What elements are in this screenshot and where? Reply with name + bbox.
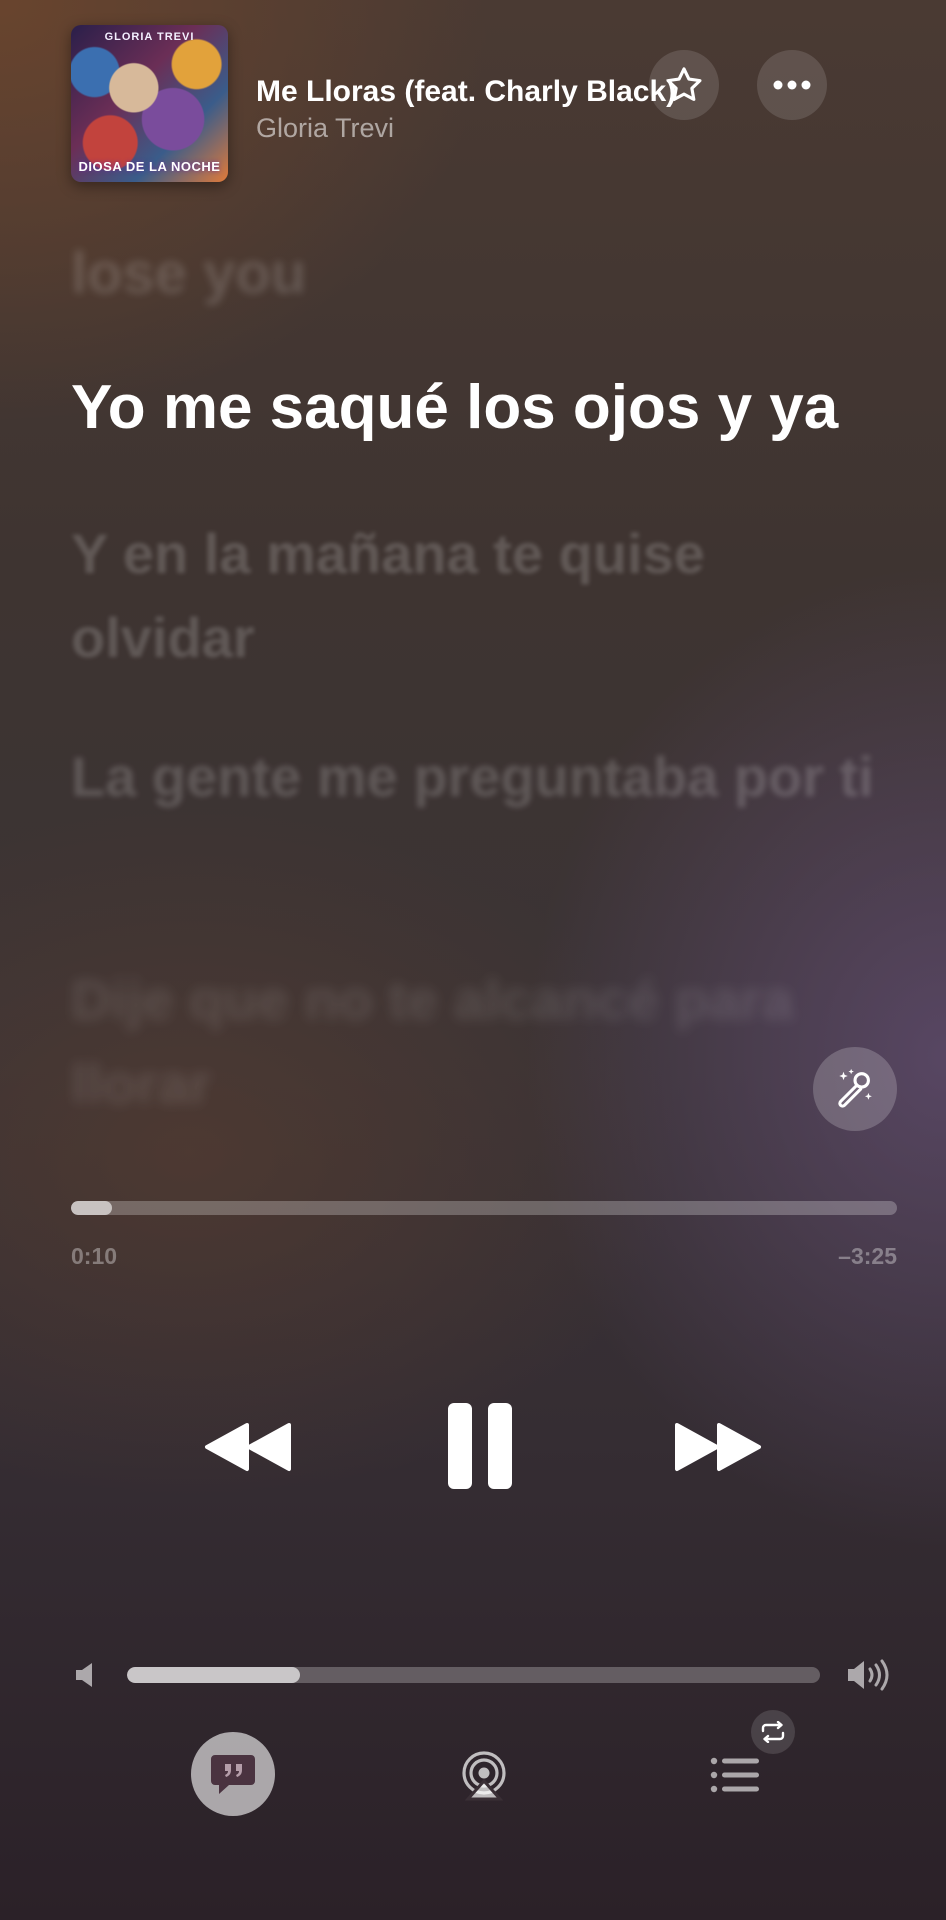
album-art[interactable]: GLORIA TREVI DIOSA DE LA NOCHE — [71, 25, 228, 182]
lyric-line-next[interactable]: La gente me preguntaba por ti — [71, 735, 901, 819]
rewind-button[interactable] — [198, 1410, 298, 1484]
playback-progress-fill — [71, 1201, 113, 1215]
speaker-wave-icon[interactable] — [846, 1657, 892, 1693]
rewind-icon — [205, 1423, 291, 1471]
list-icon — [710, 1757, 759, 1793]
lyric-line-next[interactable]: Dije que no te alcancé para llorar — [71, 958, 901, 1126]
more-button[interactable] — [757, 50, 827, 120]
time-remaining: –3:25 — [838, 1243, 897, 1269]
volume-slider[interactable] — [127, 1667, 820, 1683]
lyrics-button[interactable] — [191, 1732, 275, 1816]
pause-icon — [448, 1403, 512, 1489]
album-art-subtitle: DIOSA DE LA NOCHE — [78, 159, 221, 174]
lyric-line-previous[interactable]: lose you — [71, 240, 901, 307]
song-title[interactable]: Me Lloras (feat. Charly Black) — [256, 75, 711, 109]
star-icon — [666, 67, 702, 101]
favorite-button[interactable] — [649, 50, 719, 120]
repeat-button[interactable] — [751, 1710, 795, 1754]
repeat-icon — [761, 1721, 785, 1743]
volume-fill — [127, 1667, 301, 1683]
ellipsis-icon — [773, 80, 811, 90]
speaker-icon[interactable] — [74, 1660, 102, 1690]
quote-bubble-icon — [211, 1755, 255, 1794]
album-art-title: GLORIA TREVI — [104, 31, 195, 43]
airplay-audio-icon — [462, 1751, 506, 1801]
lyric-line-next[interactable]: Y en la mañana te quise olvidar — [71, 512, 901, 680]
time-elapsed: 0:10 — [71, 1243, 118, 1269]
lyric-line-current[interactable]: Yo me saqué los ojos y ya — [71, 372, 901, 443]
sing-button[interactable] — [813, 1047, 897, 1131]
forward-button[interactable] — [668, 1410, 768, 1484]
pause-button[interactable] — [440, 1398, 520, 1494]
artist-name[interactable]: Gloria Trevi — [256, 113, 394, 144]
airplay-button[interactable] — [453, 1745, 515, 1805]
fast-forward-icon — [675, 1423, 761, 1471]
playback-scrubber[interactable] — [71, 1201, 897, 1215]
microphone-sparkles-icon — [838, 1068, 872, 1108]
queue-button[interactable] — [700, 1748, 770, 1802]
